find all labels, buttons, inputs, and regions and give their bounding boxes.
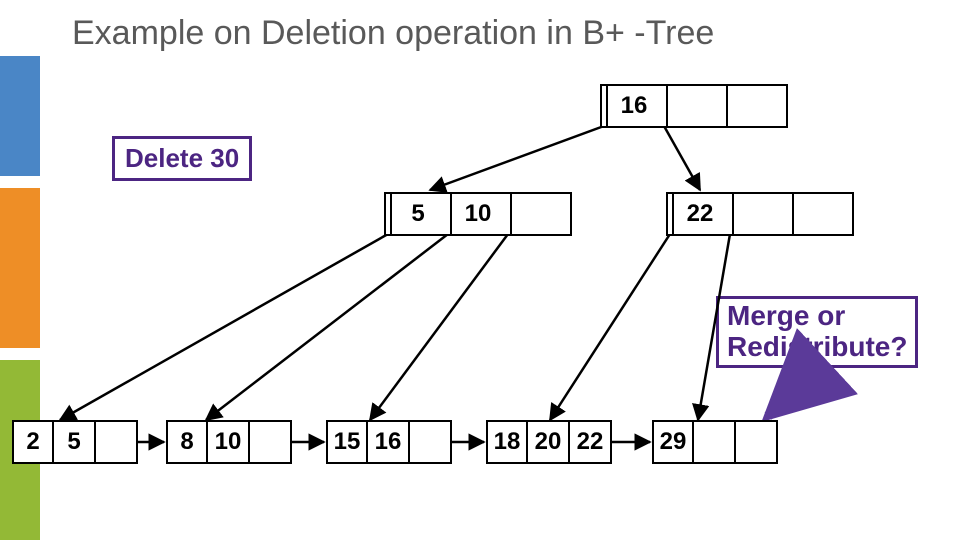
- leaf-cell: 29: [652, 420, 694, 464]
- leaf-node-4: 18 20 22: [486, 420, 612, 464]
- leaf-node-2: 8 10: [166, 420, 292, 464]
- internal-node-right: 22: [666, 192, 854, 236]
- node-key: 22: [674, 192, 726, 236]
- node-ptr: [786, 192, 794, 236]
- sidebar-block-blue: [0, 56, 40, 176]
- merge-line-2: Redistribute?: [727, 332, 907, 363]
- node-ptr: [720, 84, 728, 128]
- leaf-cell: 18: [486, 420, 528, 464]
- node-key: [512, 192, 564, 236]
- leaf-node-5: 29: [652, 420, 778, 464]
- node-ptr: [780, 84, 788, 128]
- node-ptr: [726, 192, 734, 236]
- delete-callout: Delete 30: [112, 136, 252, 181]
- leaf-cell: 2: [12, 420, 54, 464]
- leaf-cell: 16: [368, 420, 410, 464]
- leaf-node-1: 2 5: [12, 420, 138, 464]
- node-ptr: [600, 84, 608, 128]
- node-key: 10: [452, 192, 504, 236]
- sidebar-block-orange: [0, 188, 40, 348]
- leaf-cell: [410, 420, 452, 464]
- node-key: [794, 192, 846, 236]
- decorative-sidebar: [0, 56, 40, 540]
- leaf-cell: 8: [166, 420, 208, 464]
- sidebar-block-white2: [0, 348, 40, 360]
- slide-title: Example on Deletion operation in B+ -Tre…: [72, 14, 714, 53]
- leaf-cell: [694, 420, 736, 464]
- delete-callout-label: Delete 30: [115, 139, 249, 178]
- leaf-cell: [96, 420, 138, 464]
- node-key: 5: [392, 192, 444, 236]
- node-ptr: [660, 84, 668, 128]
- node-ptr: [384, 192, 392, 236]
- node-key: [734, 192, 786, 236]
- leaf-cell: 10: [208, 420, 250, 464]
- leaf-cell: 15: [326, 420, 368, 464]
- node-key: [668, 84, 720, 128]
- leaf-node-3: 15 16: [326, 420, 452, 464]
- edges-layer: [0, 0, 960, 540]
- node-key: [728, 84, 780, 128]
- sidebar-block-white: [0, 176, 40, 188]
- node-ptr: [666, 192, 674, 236]
- node-key: 16: [608, 84, 660, 128]
- node-ptr: [444, 192, 452, 236]
- node-ptr: [564, 192, 572, 236]
- node-ptr: [504, 192, 512, 236]
- node-ptr: [846, 192, 854, 236]
- root-node: 16: [600, 84, 788, 128]
- leaf-cell: 5: [54, 420, 96, 464]
- internal-node-left: 5 10: [384, 192, 572, 236]
- merge-callout: Merge or Redistribute?: [716, 296, 918, 368]
- leaf-cell: [250, 420, 292, 464]
- merge-line-1: Merge or: [727, 301, 907, 332]
- leaf-cell: 20: [528, 420, 570, 464]
- leaf-cell: [736, 420, 778, 464]
- leaf-cell: 22: [570, 420, 612, 464]
